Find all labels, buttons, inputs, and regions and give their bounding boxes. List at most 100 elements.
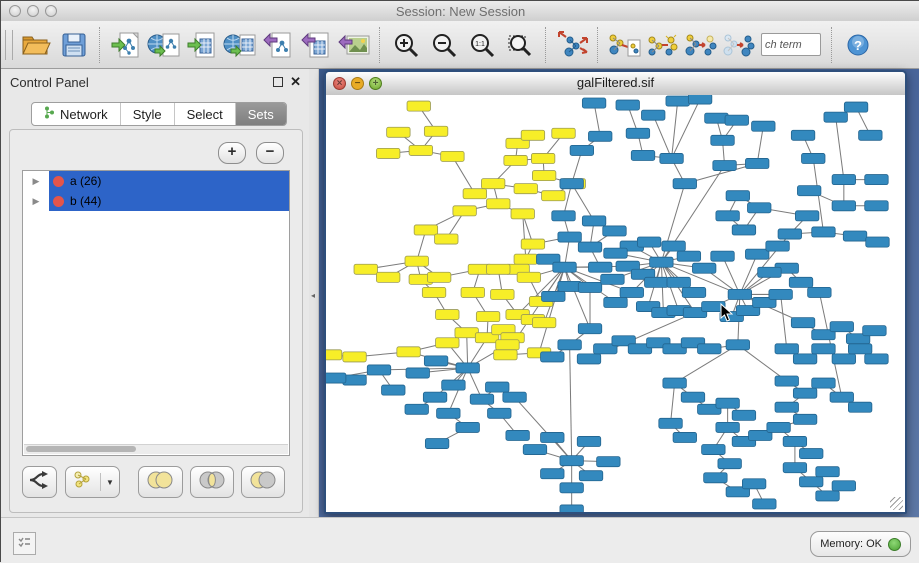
graph-node[interactable] [376, 148, 399, 158]
help-button[interactable]: ? [839, 26, 877, 64]
graph-node[interactable] [397, 347, 420, 357]
graph-edge[interactable] [672, 101, 678, 158]
graph-node[interactable] [848, 402, 871, 412]
graph-node[interactable] [753, 499, 776, 509]
graph-node[interactable] [354, 264, 377, 274]
graph-node[interactable] [424, 126, 447, 136]
graph-node[interactable] [645, 277, 668, 287]
graph-node[interactable] [582, 98, 605, 108]
graph-node[interactable] [521, 239, 544, 249]
graph-node[interactable] [414, 225, 437, 235]
hide-selected-button[interactable] [681, 26, 719, 64]
export-table-button[interactable] [297, 26, 335, 64]
graph-node[interactable] [620, 287, 643, 297]
task-history-button[interactable] [13, 532, 36, 555]
graph-node[interactable] [560, 456, 583, 466]
graph-node[interactable] [511, 209, 534, 219]
remove-set-button[interactable]: − [256, 142, 284, 164]
add-set-button[interactable]: + [218, 142, 246, 164]
graph-node[interactable] [503, 392, 526, 402]
graph-node[interactable] [577, 354, 600, 364]
import-table-file-button[interactable] [183, 26, 221, 64]
graph-node[interactable] [376, 272, 399, 282]
graph-node[interactable] [456, 422, 479, 432]
zoom-fit-button[interactable] [501, 26, 539, 64]
graph-node[interactable] [541, 469, 564, 479]
network-window-title-bar[interactable]: × − + galFiltered.sif [326, 72, 905, 96]
graph-node[interactable] [604, 297, 627, 307]
set-list-item[interactable]: ▶b (44) [23, 191, 289, 211]
graph-node[interactable] [476, 312, 499, 322]
graph-node[interactable] [726, 191, 749, 201]
graph-node[interactable] [702, 445, 725, 455]
graph-node[interactable] [531, 153, 554, 163]
graph-node[interactable] [783, 463, 806, 473]
graph-node[interactable] [865, 354, 888, 364]
graph-node[interactable] [716, 422, 739, 432]
graph-node[interactable] [461, 287, 484, 297]
graph-node[interactable] [442, 380, 465, 390]
graph-node[interactable] [673, 432, 696, 442]
graph-node[interactable] [387, 127, 410, 137]
graph-node[interactable] [597, 457, 620, 467]
graph-node[interactable] [791, 130, 814, 140]
graph-node[interactable] [865, 175, 888, 185]
graph-node[interactable] [558, 232, 581, 242]
graph-node[interactable] [793, 388, 816, 398]
graph-node[interactable] [844, 102, 867, 112]
graph-node[interactable] [491, 289, 514, 299]
graph-node[interactable] [791, 318, 814, 328]
graph-node[interactable] [745, 158, 768, 168]
graph-node[interactable] [470, 394, 493, 404]
frame-maximize-icon[interactable]: + [369, 77, 382, 90]
import-table-web-button[interactable] [221, 26, 259, 64]
graph-node[interactable] [767, 422, 790, 432]
graph-node[interactable] [425, 438, 448, 448]
graph-node[interactable] [514, 254, 537, 264]
union-sets-button[interactable] [138, 466, 182, 498]
graph-node[interactable] [517, 272, 540, 282]
graph-node[interactable] [601, 274, 624, 284]
graph-node[interactable] [830, 322, 853, 332]
graph-node[interactable] [521, 130, 544, 140]
graph-node[interactable] [405, 256, 428, 266]
horizontal-scrollbar[interactable] [24, 444, 288, 454]
graph-node[interactable] [711, 251, 734, 261]
graph-node[interactable] [718, 459, 741, 469]
graph-node[interactable] [514, 184, 537, 194]
graph-node[interactable] [616, 100, 639, 110]
graph-node[interactable] [486, 382, 509, 392]
graph-node[interactable] [631, 150, 654, 160]
graph-node[interactable] [667, 277, 690, 287]
graph-node[interactable] [713, 160, 736, 170]
graph-edge[interactable] [671, 383, 675, 423]
tab-style[interactable]: Style [121, 103, 175, 125]
graph-node[interactable] [812, 227, 835, 237]
graph-edge[interactable] [781, 294, 787, 348]
memory-status-button[interactable]: Memory: OK [810, 531, 911, 557]
export-network-button[interactable] [259, 26, 297, 64]
graph-node[interactable] [677, 251, 700, 261]
graph-node[interactable] [423, 392, 446, 402]
graph-node[interactable] [487, 199, 510, 209]
graph-node[interactable] [532, 171, 555, 181]
import-network-web-button[interactable] [145, 26, 183, 64]
graph-node[interactable] [816, 491, 839, 501]
select-first-neighbors-button[interactable] [643, 26, 681, 64]
search-input[interactable]: ch term [761, 33, 821, 56]
difference-sets-button[interactable] [241, 466, 285, 498]
graph-node[interactable] [463, 189, 486, 199]
graph-node[interactable] [422, 287, 445, 297]
scrollbar-thumb[interactable] [26, 446, 136, 452]
graph-node[interactable] [326, 350, 342, 360]
graph-node[interactable] [427, 272, 450, 282]
graph-edge[interactable] [757, 126, 763, 163]
graph-node[interactable] [552, 211, 575, 221]
graph-node[interactable] [560, 505, 583, 512]
graph-node[interactable] [588, 262, 611, 272]
graph-node[interactable] [660, 153, 683, 163]
open-session-button[interactable] [17, 26, 55, 64]
graph-node[interactable] [758, 267, 781, 277]
graph-node[interactable] [732, 225, 755, 235]
collapse-panel-handle[interactable]: ◂ [311, 291, 315, 300]
